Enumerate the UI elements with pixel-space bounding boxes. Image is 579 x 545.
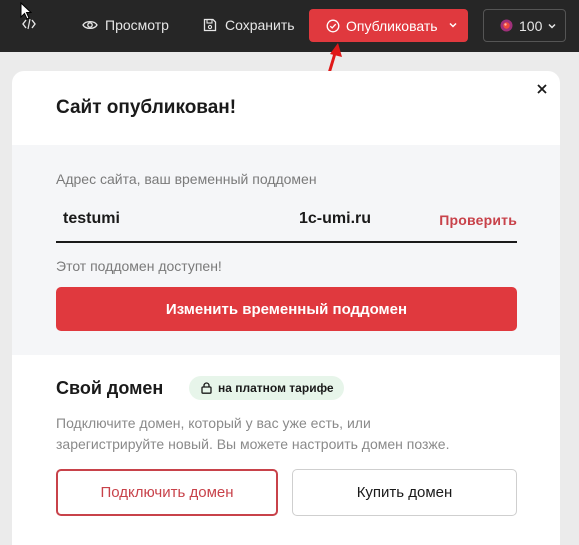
address-label: Адрес сайта, ваш временный поддомен [56,171,317,187]
zoom-selector[interactable]: 100 [483,9,566,42]
description-line: зарегистрируйте новый. Вы можете настрои… [56,436,450,452]
publish-button[interactable]: Опубликовать [309,9,468,42]
paid-plan-label: на платном тарифе [218,381,334,395]
floppy-icon [203,18,217,32]
close-icon[interactable] [534,81,550,97]
editor-toolbar: Просмотр Сохранить Опубликовать 100 [0,0,579,52]
eye-icon [82,20,98,30]
color-ball-icon [500,19,513,32]
buy-domain-button[interactable]: Купить домен [292,469,517,516]
subdomain-value[interactable]: testumi [63,210,120,228]
chevron-down-icon[interactable] [448,20,458,30]
own-domain-description: Подключите домен, который у вас уже есть… [56,413,526,455]
dialog-title: Сайт опубликован! [56,97,237,118]
availability-text: Этот поддомен доступен! [56,258,222,274]
subdomain-section: Адрес сайта, ваш временный поддомен test… [12,145,560,355]
publish-label: Опубликовать [346,17,438,34]
connect-domain-button[interactable]: Подключить домен [56,469,278,516]
save-button[interactable]: Сохранить [203,17,295,33]
check-link[interactable]: Проверить [439,212,517,228]
zoom-value: 100 [519,17,543,34]
preview-button[interactable]: Просмотр [82,17,169,33]
paid-plan-badge: на платном тарифе [189,376,344,400]
description-line: Подключите домен, который у вас уже есть… [56,415,371,431]
domain-suffix: 1c-umi.ru [299,210,372,227]
publish-dialog: Сайт опубликован! Адрес сайта, ваш време… [12,71,560,545]
save-label: Сохранить [225,17,295,33]
check-circle-icon [326,19,340,32]
own-domain-title: Свой домен [56,378,164,398]
change-subdomain-button[interactable]: Изменить временный поддомен [56,287,517,331]
cursor-icon [20,2,32,20]
subdomain-field[interactable]: testumi 1c-umi.ru Проверить [56,207,517,243]
chevron-down-icon [548,23,556,29]
lock-icon [201,382,212,394]
preview-label: Просмотр [105,17,169,33]
